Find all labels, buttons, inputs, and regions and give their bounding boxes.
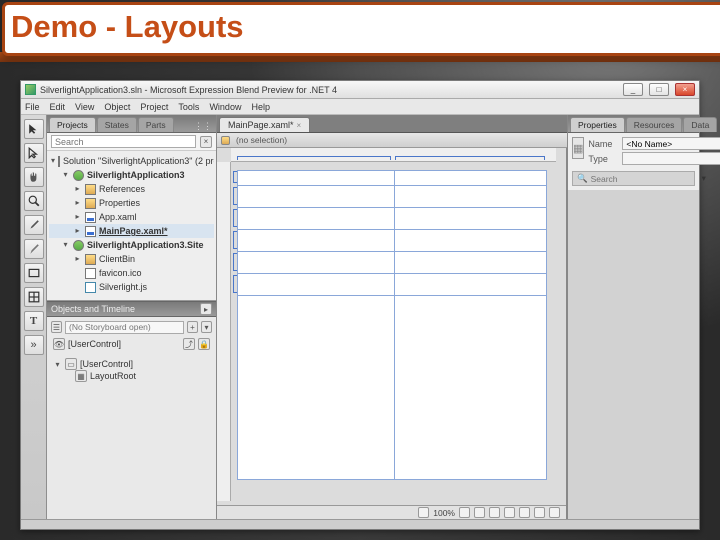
tree-mainpage[interactable]: MainPage.xaml* [49, 224, 214, 238]
design-view-icon[interactable] [519, 507, 530, 518]
storyboard-more-icon[interactable]: ▾ [201, 321, 212, 333]
panel-grip-icon[interactable]: ⋮⋮ [194, 121, 212, 132]
selection-label: (no selection) [236, 135, 287, 145]
menu-file[interactable]: File [25, 102, 40, 112]
storyboard-new-icon[interactable]: ☰ [51, 321, 62, 333]
xaml-view-icon[interactable] [549, 507, 560, 518]
doc-tab-mainpage[interactable]: MainPage.xaml*× [219, 117, 310, 132]
tab-data[interactable]: Data [683, 117, 717, 132]
text-tool[interactable]: T [24, 311, 44, 331]
window-titlebar[interactable]: SilverlightApplication3.sln - Microsoft … [21, 81, 699, 99]
tab-resources[interactable]: Resources [626, 117, 683, 132]
lock-icon[interactable] [221, 136, 230, 145]
split-view-icon[interactable] [534, 507, 545, 518]
close-icon[interactable]: × [297, 121, 302, 130]
tree-clientbin[interactable]: ClientBin [49, 252, 214, 266]
zoom-level[interactable]: 100% [433, 508, 455, 518]
project-search-input[interactable] [51, 135, 196, 148]
rectangle-tool[interactable] [24, 263, 44, 283]
storyboard-picker[interactable] [65, 321, 184, 334]
menu-view[interactable]: View [75, 102, 94, 112]
toolbox: T » [21, 115, 47, 519]
design-surface[interactable] [237, 170, 547, 480]
properties-search[interactable]: 🔍 ▾ [572, 171, 695, 186]
menu-object[interactable]: Object [104, 102, 130, 112]
close-button[interactable]: × [675, 83, 695, 96]
asset-tool[interactable]: » [24, 335, 44, 355]
menu-help[interactable]: Help [251, 102, 270, 112]
selection-tool[interactable] [24, 119, 44, 139]
grid-tool[interactable] [24, 287, 44, 307]
left-panel-tabs: Projects States Parts ⋮⋮ [47, 115, 216, 133]
objects-timeline-panel: ☰ + ▾ 👁 [UserControl] ⤴ 🔒 ▭ [UserControl… [47, 317, 216, 519]
tab-states[interactable]: States [97, 117, 137, 132]
zoom-tool[interactable] [24, 191, 44, 211]
type-input[interactable] [622, 152, 720, 165]
tree-proj-silverlight[interactable]: SilverlightApplication3 [49, 168, 214, 182]
visibility-icon[interactable]: 👁 [53, 338, 65, 350]
direct-select-tool[interactable] [24, 143, 44, 163]
ruler-top [231, 148, 556, 162]
name-input[interactable] [622, 137, 720, 150]
tree-properties[interactable]: Properties [49, 196, 214, 210]
storyboard-add-icon[interactable]: + [187, 321, 198, 333]
tree-appxaml[interactable]: App.xaml [49, 210, 214, 224]
tab-projects[interactable]: Projects [49, 117, 96, 132]
grid-icon: ▦ [75, 370, 87, 382]
minimize-button[interactable]: _ [623, 83, 643, 96]
type-label: Type [588, 154, 618, 164]
obj-root[interactable]: 👁 [UserControl] ⤴ 🔒 [51, 338, 212, 350]
menu-edit[interactable]: Edit [50, 102, 66, 112]
element-icon: ▭ [65, 358, 77, 370]
menu-window[interactable]: Window [209, 102, 241, 112]
tree-proj-site[interactable]: SilverlightApplication3.Site [49, 238, 214, 252]
app-footer [21, 519, 699, 529]
document-tabs: MainPage.xaml*× [217, 115, 567, 133]
pan-tool[interactable] [24, 167, 44, 187]
brush-tool[interactable] [24, 239, 44, 259]
properties-panel: ▦ Name Type 🔍 [568, 133, 699, 190]
name-label: Name [588, 139, 618, 149]
obj-usercontrol[interactable]: ▭ [UserControl] [51, 358, 212, 370]
designer-status-bar: 100% [217, 505, 566, 519]
scope-up-icon[interactable]: ⤴ [183, 338, 195, 350]
menu-tools[interactable]: Tools [178, 102, 199, 112]
timeline-collapse-icon[interactable]: ▸ [200, 303, 212, 315]
obj-layoutroot[interactable]: ▦ LayoutRoot [51, 370, 212, 382]
snap-lines-icon[interactable] [489, 507, 500, 518]
eyedropper-tool[interactable] [24, 215, 44, 235]
chevron-down-icon[interactable]: ▾ [702, 173, 706, 184]
design-canvas[interactable]: 100% [217, 148, 567, 519]
annotations-icon[interactable] [504, 507, 515, 518]
objects-timeline-header[interactable]: Objects and Timeline ▸ [47, 301, 216, 317]
ruler-left [217, 162, 231, 501]
tree-solution[interactable]: Solution "SilverlightApplication3" (2 pr… [49, 154, 214, 168]
selection-preview-icon: ▦ [572, 137, 584, 159]
lock-icon[interactable]: 🔒 [198, 338, 210, 350]
expression-blend-window: SilverlightApplication3.sln - Microsoft … [20, 80, 700, 530]
app-icon [25, 84, 36, 95]
tree-references[interactable]: References [49, 182, 214, 196]
tab-parts[interactable]: Parts [138, 117, 174, 132]
slide-title: Demo - Layouts [2, 2, 720, 56]
zoom-actual-icon[interactable] [459, 507, 470, 518]
tree-sljs[interactable]: Silverlight.js [49, 280, 214, 294]
right-panel-tabs: Properties Resources Data ⋮⋮ [568, 115, 699, 133]
tab-properties[interactable]: Properties [570, 117, 625, 132]
window-title: SilverlightApplication3.sln - Microsoft … [40, 85, 617, 95]
grid-snap-icon[interactable] [474, 507, 485, 518]
properties-search-input[interactable] [591, 174, 702, 184]
search-icon: 🔍 [577, 173, 588, 184]
menu-project[interactable]: Project [140, 102, 168, 112]
search-clear-icon[interactable]: × [200, 136, 212, 148]
menu-bar: File Edit View Object Project Tools Wind… [21, 99, 699, 115]
designer-toolbar: (no selection) [217, 133, 567, 148]
tree-favicon[interactable]: favicon.ico [49, 266, 214, 280]
solution-explorer: Solution "SilverlightApplication3" (2 pr… [47, 151, 216, 300]
maximize-button[interactable]: □ [649, 83, 669, 96]
zoom-fit-icon[interactable] [418, 507, 429, 518]
